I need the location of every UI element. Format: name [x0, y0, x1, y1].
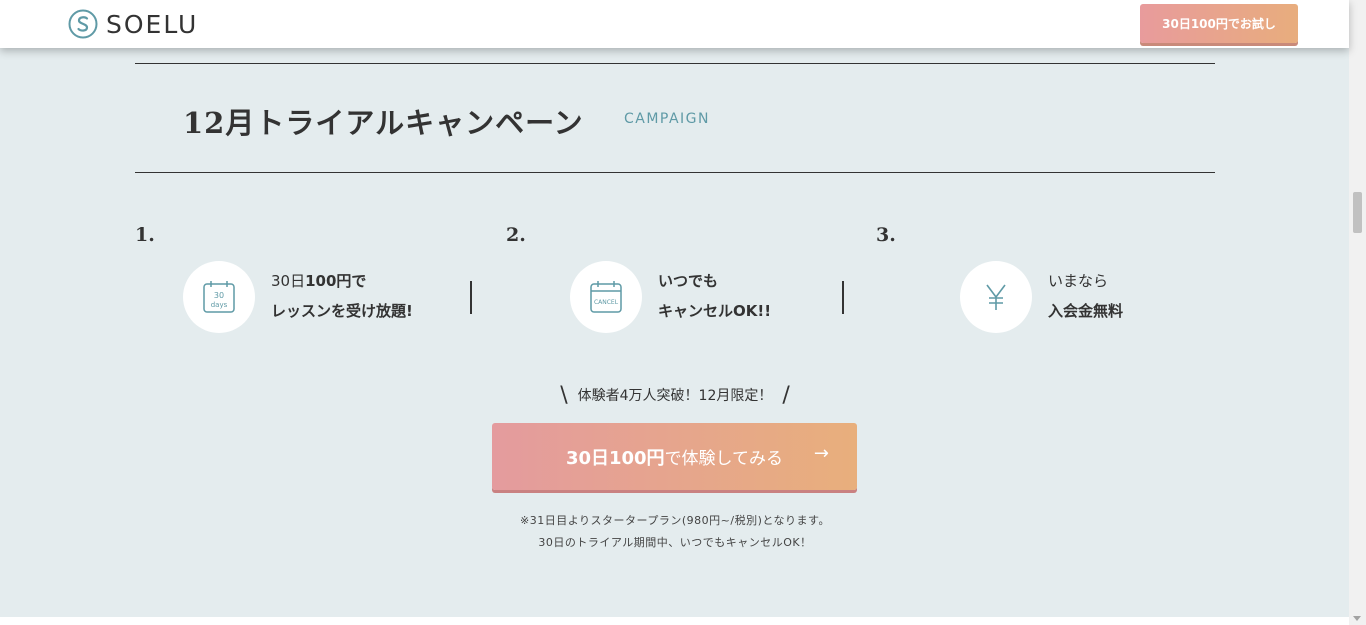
feature-icon-circle-3: [960, 261, 1032, 333]
promo-slash-left: \: [560, 382, 568, 408]
next-section-edge: [0, 617, 1349, 625]
feature-number-2: 2.: [506, 224, 526, 246]
feature-1-line1-bold: 100円で: [305, 272, 367, 290]
trial-cta-button[interactable]: 30日100円 で体験してみる →: [492, 423, 857, 490]
soelu-logo-icon: [68, 9, 98, 39]
calendar-30-days-icon: 30 days: [203, 281, 235, 313]
note-line-1: ※31日目よりスタータープラン(980円~/税別)となります。: [520, 514, 830, 527]
feature-1-line1-plain: 30日: [271, 272, 306, 290]
trial-cta-label-rest: で体験してみる: [664, 449, 784, 469]
feature-3-line2: 入会金無料: [1048, 302, 1124, 320]
arrow-right-icon: →: [813, 443, 829, 464]
header-trial-button[interactable]: 30日100円でお試し: [1140, 4, 1298, 43]
promo-slash-right: /: [782, 382, 790, 408]
scroll-down-arrow-icon[interactable]: [1353, 616, 1361, 621]
calendar-icon-text-top: 30: [214, 291, 224, 300]
calendar-icon-cancel-text: CANCEL: [594, 299, 619, 306]
feature-separator-2: [842, 281, 844, 314]
section-top-divider: [135, 63, 1215, 64]
feature-icon-circle-1: 30 days: [183, 261, 255, 333]
calendar-icon-text-bottom: days: [211, 301, 228, 309]
logo-text: SOELU: [106, 9, 199, 39]
promo-text: 体験者4万人突破！12月限定！: [577, 388, 773, 404]
calendar-cancel-icon: CANCEL: [590, 281, 622, 313]
feature-text-3: いまなら 入会金無料: [1048, 266, 1123, 326]
scrollbar[interactable]: [1349, 0, 1366, 625]
feature-number-1: 1.: [135, 224, 155, 246]
feature-text-2: いつでも キャンセルOK!!: [658, 266, 771, 326]
feature-separator-1: [470, 281, 472, 314]
trial-cta-label-bold: 30日100円: [565, 447, 665, 469]
section-title: 12月トライアルキャンペーン: [183, 106, 584, 140]
feature-2-line2: キャンセルOK!!: [658, 302, 772, 320]
logo[interactable]: SOELU: [68, 8, 198, 40]
feature-1-line2: レッスンを受け放題!: [271, 302, 413, 320]
scrollbar-thumb[interactable]: [1353, 192, 1362, 233]
feature-number-3: 3.: [876, 224, 896, 246]
promo-banner: \ 体験者4万人突破！12月限定！ /: [540, 382, 810, 408]
feature-3-line1: いまなら: [1048, 272, 1109, 290]
section-bottom-divider: [135, 172, 1215, 173]
section-subtitle: CAMPAIGN: [624, 111, 711, 127]
yen-icon: [986, 284, 1006, 310]
note-line-2: 30日のトライアル期間中、いつでもキャンセルOK！: [538, 536, 812, 549]
feature-text-1: 30日100円で レッスンを受け放題!: [271, 266, 413, 326]
site-header: SOELU 30日100円でお試し: [0, 0, 1349, 48]
feature-icon-circle-2: CANCEL: [570, 261, 642, 333]
feature-2-line1: いつでも: [658, 272, 719, 290]
